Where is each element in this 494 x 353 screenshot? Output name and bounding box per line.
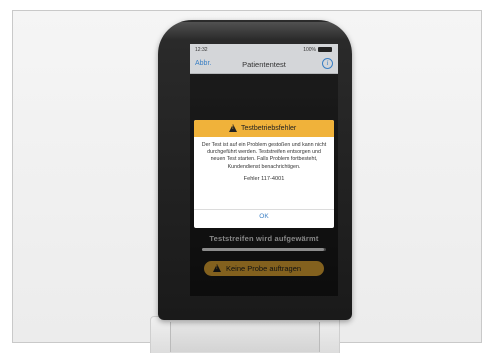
dialog-message: Der Test ist auf ein Problem gestoßen un… xyxy=(201,142,327,170)
status-time: 12:32 xyxy=(195,47,208,53)
error-dialog: Testbetriebsfehler Der Test ist auf ein … xyxy=(194,120,334,228)
battery-icon xyxy=(318,47,332,52)
info-icon[interactable]: i xyxy=(322,58,333,69)
nav-bar: Abbr. Patiententest i xyxy=(190,55,338,74)
cradle-slot xyxy=(170,322,320,352)
ok-button[interactable]: OK xyxy=(194,213,334,220)
error-code: Fehler 117-4001 xyxy=(243,175,285,182)
dialog-title: Testbetriebsfehler xyxy=(241,125,297,132)
warning-icon xyxy=(229,124,237,132)
device-screen: 12:32 100% Abbr. Patiententest i Teststr… xyxy=(190,44,338,296)
page-title: Patiententest xyxy=(242,60,286,69)
dialog-divider xyxy=(194,209,334,210)
battery-percent: 100% xyxy=(303,47,316,53)
status-bar: 12:32 100% xyxy=(190,44,338,55)
device-highlight xyxy=(162,22,348,40)
dialog-header: Testbetriebsfehler xyxy=(194,120,334,137)
